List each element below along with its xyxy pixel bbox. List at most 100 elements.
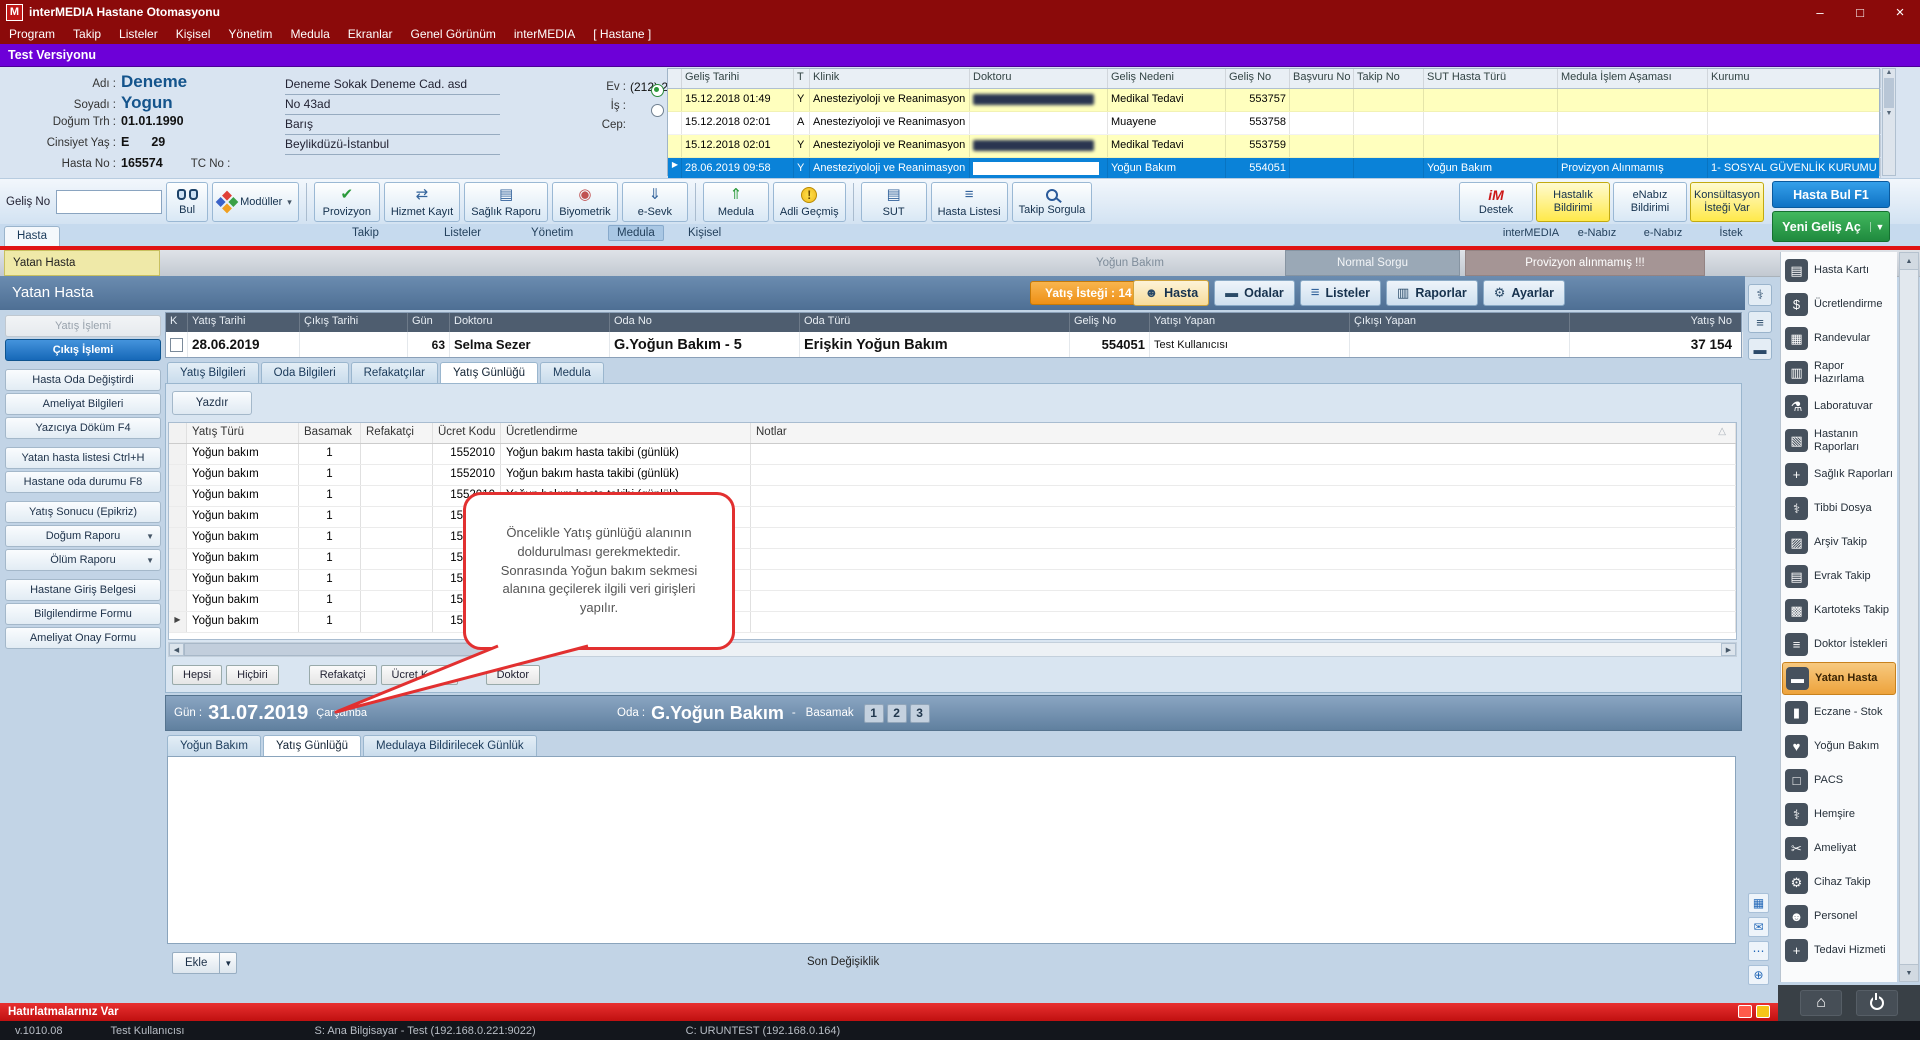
stay-col-k[interactable]: K bbox=[166, 313, 188, 332]
konsültasyon-i-steği-var-button[interactable]: Konsültasyon İsteği Var bbox=[1690, 182, 1764, 222]
provizyon-button[interactable]: ✔ Provizyon bbox=[313, 182, 380, 222]
sidebar-item-hasta-oda-değiştirdi[interactable]: Hasta Oda Değiştirdi bbox=[5, 369, 161, 391]
moduller-button[interactable]: Modüller ▾ bbox=[212, 182, 299, 222]
sağlık-raporu-button[interactable]: ▤ Sağlık Raporu bbox=[464, 182, 548, 222]
tab-yatış-günlüğü[interactable]: Yatış Günlüğü bbox=[262, 735, 362, 756]
menu-hastane[interactable]: [ Hastane ] bbox=[584, 27, 660, 41]
menu-genel-görünüm[interactable]: Genel Görünüm bbox=[401, 27, 504, 41]
right-panel-item-arşiv-takip[interactable]: ▨ Arşiv Takip bbox=[1782, 526, 1896, 559]
filter-hiçbiri[interactable]: Hiçbiri bbox=[226, 665, 279, 685]
journal-col-basamak[interactable]: Basamak bbox=[299, 423, 361, 443]
sidebar-item-hastane-oda-durumu-f8[interactable]: Hastane oda durumu F8 bbox=[5, 471, 161, 493]
row-checkbox[interactable] bbox=[170, 337, 183, 352]
tab-hasta[interactable]: Hasta bbox=[4, 226, 60, 246]
sidebar-item-yatan-hasta-listesi-ctrl-h[interactable]: Yatan hasta listesi Ctrl+H bbox=[5, 447, 161, 469]
reminder-red-button[interactable] bbox=[1738, 1005, 1752, 1018]
admissions-col-doktoru[interactable]: Doktoru bbox=[970, 69, 1108, 88]
menu-program[interactable]: Program bbox=[0, 27, 64, 41]
gelis-no-input[interactable] bbox=[56, 190, 163, 214]
ayarlar-view-button[interactable]: ⚙ Ayarlar bbox=[1482, 280, 1565, 306]
journal-row[interactable]: Yoğun bakım11552010Yoğun bakım hasta tak… bbox=[169, 549, 1736, 570]
e-sevk-button[interactable]: ⇓ e-Sevk bbox=[621, 182, 688, 222]
menu-takip[interactable]: Takip bbox=[64, 27, 110, 41]
admissions-col-klinik[interactable]: Klinik bbox=[810, 69, 970, 88]
right-panel-item-pacs[interactable]: □ PACS bbox=[1782, 764, 1896, 797]
bul-button[interactable]: Bul bbox=[166, 182, 209, 222]
journal-col-ücretlendirme[interactable]: Ücretlendirme bbox=[501, 423, 751, 443]
admissions-col-geliş-nedeni[interactable]: Geliş Nedeni bbox=[1108, 69, 1226, 88]
enabız-bildirimi-button[interactable]: eNabız Bildirimi bbox=[1613, 182, 1687, 222]
tab-yoğun-bakım[interactable]: Yoğun Bakım bbox=[167, 735, 261, 756]
yazdir-button[interactable]: Yazdır bbox=[172, 391, 252, 415]
right-panel-item-yatan-hasta[interactable]: ▬ Yatan Hasta bbox=[1782, 662, 1896, 695]
menu-listeler[interactable]: Listeler bbox=[110, 27, 167, 41]
destek-button[interactable]: iM Destek bbox=[1459, 182, 1533, 222]
right-panel-item-kartoteks-takip[interactable]: ▩ Kartoteks Takip bbox=[1782, 594, 1896, 627]
menu-ekranlar[interactable]: Ekranlar bbox=[339, 27, 402, 41]
admissions-col-t[interactable]: T bbox=[794, 69, 810, 88]
stay-col-gün[interactable]: Gün bbox=[408, 313, 450, 332]
menu-kişisel[interactable]: Kişisel bbox=[167, 27, 220, 41]
tab-yatan-hasta[interactable]: Yatan Hasta bbox=[4, 250, 160, 276]
stay-col-yatış-tarihi[interactable]: Yatış Tarihi bbox=[188, 313, 300, 332]
stay-col-yatışı-yapan[interactable]: Yatışı Yapan bbox=[1150, 313, 1350, 332]
scroll-up-icon[interactable]: ▲ bbox=[1886, 69, 1893, 76]
stethoscope-icon[interactable]: ⚕ bbox=[1748, 284, 1772, 306]
scroll-left-icon[interactable]: ◀ bbox=[169, 643, 184, 656]
chevron-down-icon[interactable]: ▼ bbox=[1870, 221, 1889, 232]
stay-col-geliş-no[interactable]: Geliş No bbox=[1070, 313, 1150, 332]
journal-col-notlar[interactable]: Notlar △ bbox=[751, 423, 1736, 443]
right-panel-item-sağlık-raporları[interactable]: + Sağlık Raporları bbox=[1782, 458, 1896, 491]
biyometrik-button[interactable]: ◉ Biyometrik bbox=[551, 182, 618, 222]
right-panel-item-cihaz-takip[interactable]: ⚙ Cihaz Takip bbox=[1782, 866, 1896, 899]
sut-button[interactable]: ▤ SUT bbox=[860, 182, 927, 222]
right-panel-item-ameliyat[interactable]: ✂ Ameliyat bbox=[1782, 832, 1896, 865]
right-panel-scrollbar[interactable]: ▲ ▼ bbox=[1899, 252, 1919, 982]
admissions-row[interactable]: 15.12.2018 02:01 Y Anesteziyoloji ve Reani… bbox=[668, 135, 1881, 158]
right-panel-item-randevular[interactable]: ▦ Randevular bbox=[1782, 322, 1896, 355]
chevron-down-icon[interactable]: ▼ bbox=[219, 953, 236, 973]
home-button[interactable]: ⌂ bbox=[1800, 990, 1842, 1016]
basamak-option-1[interactable]: 1 bbox=[863, 703, 884, 723]
hastalık-bildirimi-button[interactable]: Hastalık Bildirimi bbox=[1536, 182, 1610, 222]
radio-unselected[interactable] bbox=[651, 104, 664, 117]
journal-row[interactable]: Yoğun bakım11552010Yoğun bakım hasta tak… bbox=[169, 528, 1736, 549]
tab-medulaya-bildirilecek-günlük[interactable]: Medulaya Bildirilecek Günlük bbox=[363, 735, 537, 756]
stay-col-çıkışı-yapan[interactable]: Çıkışı Yapan bbox=[1350, 313, 1570, 332]
right-panel-item-personel[interactable]: ☻ Personel bbox=[1782, 900, 1896, 933]
scroll-down-icon[interactable]: ▼ bbox=[1900, 964, 1918, 981]
category-takip[interactable]: Takip bbox=[352, 227, 379, 239]
filter-hepsi[interactable]: Hepsi bbox=[172, 665, 223, 685]
sidebar-item-bilgilendirme-formu[interactable]: Bilgilendirme Formu bbox=[5, 603, 161, 625]
right-panel-item-hastanın-raporları[interactable]: ▧ Hastanın Raporları bbox=[1782, 424, 1896, 457]
basamak-option-2[interactable]: 2 bbox=[886, 703, 907, 723]
admissions-col-geliş-no[interactable]: Geliş No bbox=[1226, 69, 1290, 88]
hizmet-kayıt-button[interactable]: ⇄ Hizmet Kayıt bbox=[383, 182, 461, 222]
sidebar-item-ameliyat-onay-formu[interactable]: Ameliyat Onay Formu bbox=[5, 627, 161, 649]
journal-col-yatış-türü[interactable]: Yatış Türü bbox=[187, 423, 299, 443]
sidebar-item-ölüm-raporu[interactable]: Ölüm Raporu ▼ bbox=[5, 549, 161, 571]
admissions-row[interactable]: 15.12.2018 01:49 Y Anesteziyoloji ve Reani… bbox=[668, 89, 1881, 112]
right-panel-item-evrak-takip[interactable]: ▤ Evrak Takip bbox=[1782, 560, 1896, 593]
bed-tracking-icon[interactable]: ▬ bbox=[1748, 338, 1772, 360]
right-panel-item-hemşire[interactable]: ⚕ Hemşire bbox=[1782, 798, 1896, 831]
stay-col-oda-türü[interactable]: Oda Türü bbox=[800, 313, 1070, 332]
admissions-col-geliş-tarihi[interactable]: Geliş Tarihi bbox=[682, 69, 794, 88]
menu-intermedia[interactable]: interMEDIA bbox=[505, 27, 584, 41]
stay-col-çıkış-tarihi[interactable]: Çıkış Tarihi bbox=[300, 313, 408, 332]
category-medula[interactable]: Medula bbox=[608, 225, 664, 241]
admissions-row[interactable]: 15.12.2018 02:01 A Anesteziyoloji ve Reani… bbox=[668, 112, 1881, 135]
sidebar-item-hastane-giriş-belgesi[interactable]: Hastane Giriş Belgesi bbox=[5, 579, 161, 601]
menu-medula[interactable]: Medula bbox=[281, 27, 338, 41]
tab-refakatçılar[interactable]: Refakatçılar bbox=[350, 362, 438, 383]
radio-selected[interactable] bbox=[651, 84, 664, 97]
journal-col-ücret-kodu[interactable]: Ücret Kodu bbox=[433, 423, 501, 443]
right-panel-item-tibbi-dosya[interactable]: ⚕ Tibbi Dosya bbox=[1782, 492, 1896, 525]
tab-oda-bilgileri[interactable]: Oda Bilgileri bbox=[260, 362, 349, 383]
right-panel-item-laboratuvar[interactable]: ⚗ Laboratuvar bbox=[1782, 390, 1896, 423]
reminder-yellow-button[interactable] bbox=[1756, 1005, 1770, 1018]
close-button[interactable]: × bbox=[1880, 0, 1920, 24]
stay-row[interactable]: 28.06.2019 63 Selma Sezer G.Yoğun Bakım - 5… bbox=[166, 332, 1743, 357]
category-listeler[interactable]: Listeler bbox=[444, 227, 481, 239]
hasta-view-button[interactable]: ☻ Hasta bbox=[1133, 280, 1210, 306]
